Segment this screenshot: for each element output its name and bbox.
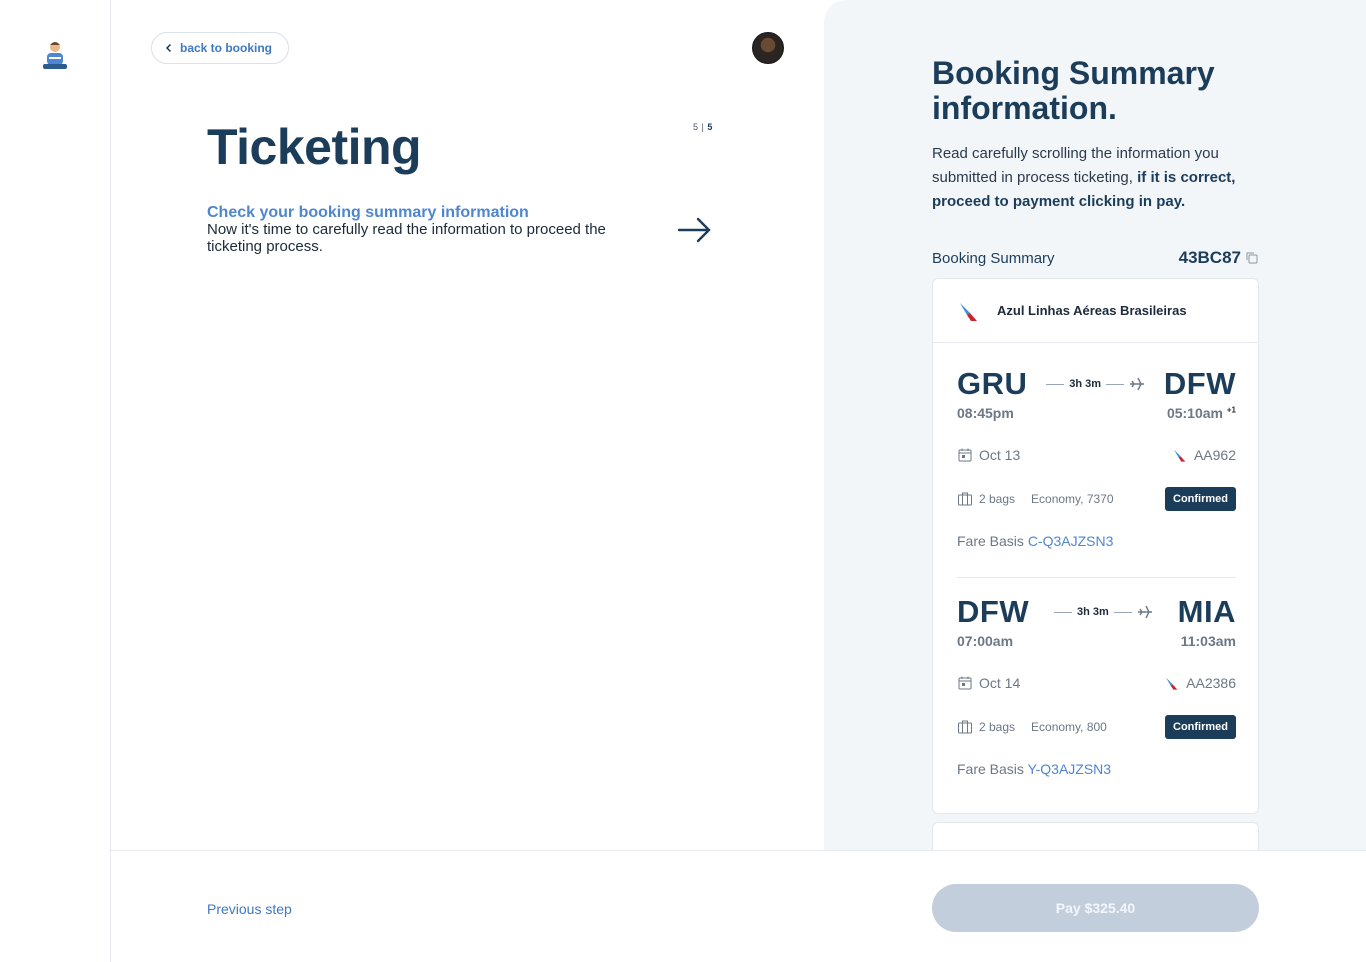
intro-heading: Check your booking summary information (207, 204, 529, 221)
bags: 2 bags (979, 720, 1016, 734)
step-total: 5 (707, 122, 713, 132)
segment-2: DFW 3h 3m MIA 07:00am 11:03am Oct 14 AA2… (957, 594, 1236, 777)
luggage-icon (958, 720, 972, 734)
calendar-icon (958, 676, 972, 690)
cabin-class: Economy, 800 (1031, 720, 1107, 734)
flight-card: Azul Linhas Aéreas Brasileiras GRU 3h 3m… (932, 278, 1259, 814)
status-badge: Confirmed (1165, 487, 1236, 511)
previous-step-button[interactable]: Previous step (207, 901, 292, 917)
airline-name: Azul Linhas Aéreas Brasileiras (997, 303, 1187, 318)
segment-1: GRU 3h 3m DFW 08:45pm 05:10am +1 Oct 13 … (957, 366, 1236, 549)
departure-time: 07:00am (957, 633, 1014, 649)
app-logo-icon[interactable] (38, 38, 72, 72)
intro-block: Check your booking summary information N… (207, 204, 627, 255)
booking-code-value: 43BC87 (1178, 248, 1241, 267)
airline-logo-icon (960, 302, 977, 321)
summary-description: Read carefully scrolling the information… (932, 142, 1262, 214)
segment-divider (957, 577, 1236, 578)
back-to-booking-button[interactable]: back to booking (151, 32, 290, 64)
booking-code: 43BC87 (1179, 248, 1259, 268)
chevron-left-icon (165, 43, 172, 53)
duration-text: 3h 3m (1069, 378, 1102, 390)
user-avatar[interactable] (752, 32, 784, 64)
origin-code: DFW (957, 594, 1030, 629)
step-current: 5 (693, 122, 699, 132)
summary-title: Booking Summary information. (932, 55, 1215, 126)
booking-code-row: Booking Summary 43BC87 (932, 248, 1259, 268)
side-rail (0, 0, 111, 962)
main-panel: back to booking 5 | 5 Ticketing Check yo… (111, 0, 824, 850)
booking-summary-label: Booking Summary (932, 249, 1055, 267)
intro-body: Now it's time to carefully read the info… (207, 221, 606, 255)
luggage-icon (958, 492, 972, 506)
destination-code: DFW (1163, 366, 1236, 401)
calendar-icon (958, 448, 972, 462)
flight-date: Oct 14 (979, 675, 1021, 691)
flight-number: AA2386 (1186, 675, 1236, 691)
plane-icon (1137, 605, 1152, 619)
departure-time: 08:45pm (957, 405, 1014, 421)
fare-basis-value: C-Q3AJZSN3 (1027, 533, 1114, 549)
plane-icon (1130, 377, 1145, 391)
fare-basis-label: Fare Basis (957, 761, 1024, 777)
arrow-right-icon[interactable] (677, 215, 713, 245)
duration-text: 3h 3m (1076, 606, 1109, 618)
airline-logo-icon (1173, 449, 1186, 462)
page-title: Ticketing (207, 119, 422, 175)
next-flight-card (932, 822, 1259, 850)
fare-basis-value: Y-Q3AJZSN3 (1027, 761, 1112, 777)
arrival-time: 11:03am (1180, 633, 1236, 649)
cabin-class: Economy, 7370 (1031, 492, 1114, 506)
arrival-time-group: 05:10am +1 (1167, 405, 1236, 421)
bags: 2 bags (979, 492, 1016, 506)
fare-basis-label: Fare Basis (957, 533, 1024, 549)
back-label: back to booking (180, 41, 273, 55)
destination-code: MIA (1177, 594, 1236, 629)
flight-number: AA962 (1193, 447, 1236, 463)
status-badge: Confirmed (1165, 715, 1236, 739)
copy-icon[interactable] (1245, 251, 1259, 265)
airline-header: Azul Linhas Aéreas Brasileiras (933, 279, 1258, 343)
day-offset: +1 (1226, 405, 1236, 415)
flight-date: Oct 13 (979, 447, 1021, 463)
origin-code: GRU (957, 366, 1028, 401)
airline-logo-icon (1166, 677, 1178, 690)
footer-bar: Previous step Pay $325.40 (111, 850, 1366, 962)
arrival-time: 05:10am (1166, 405, 1223, 421)
duration: 3h 3m (1046, 377, 1145, 391)
booking-summary-panel: Booking Summary information. Read carefu… (824, 0, 1366, 850)
duration: 3h 3m (1053, 605, 1153, 619)
step-indicator: 5 | 5 (693, 122, 713, 132)
pay-button[interactable]: Pay $325.40 (932, 884, 1259, 932)
